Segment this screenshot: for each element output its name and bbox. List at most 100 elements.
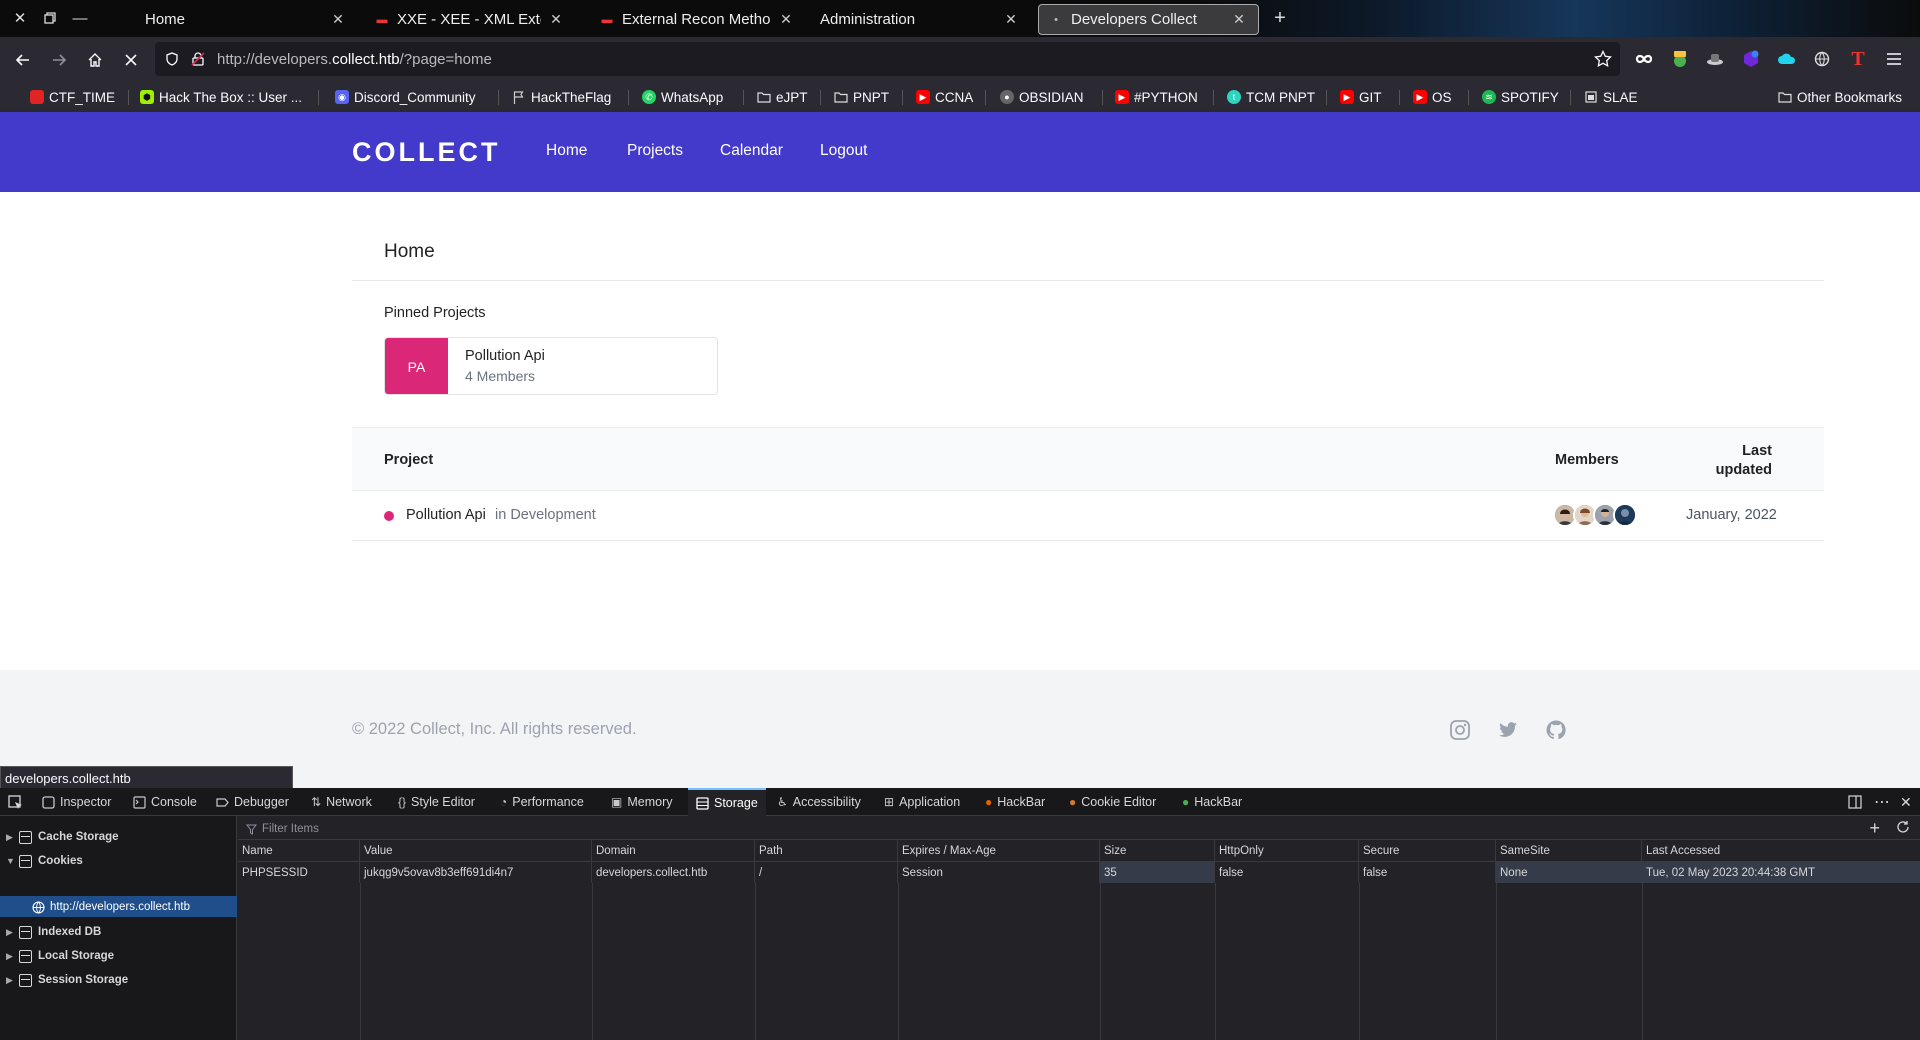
tool-style-editor[interactable]: {} Style Editor <box>398 788 475 816</box>
tab-close-icon[interactable]: ✕ <box>1002 11 1020 28</box>
expand-arrow-icon[interactable]: ▶ <box>6 927 16 938</box>
sidebar-item-cookie-host[interactable]: http://developers.collect.htb <box>32 898 190 916</box>
add-item-icon[interactable]: + <box>1869 819 1880 837</box>
bookmark-ccna[interactable]: ▶ CCNA <box>916 87 973 107</box>
tab-close-icon[interactable]: ✕ <box>777 11 795 28</box>
bookmark-ejpt[interactable]: eJPT <box>757 87 808 107</box>
sidebar-item-local-storage[interactable]: ▶ Local Storage <box>6 946 114 966</box>
badge-extension-icon[interactable] <box>1739 47 1763 71</box>
tab-external-recon[interactable]: ▬ External Recon Methodolo ✕ <box>590 4 805 35</box>
shield-icon[interactable] <box>165 52 179 66</box>
column-value[interactable]: Value <box>360 840 592 862</box>
hat-extension-icon[interactable] <box>1703 47 1727 71</box>
cookie-last-accessed[interactable]: Tue, 02 May 2023 20:44:38 GMT <box>1642 862 1920 883</box>
t-extension-icon[interactable]: T <box>1846 47 1870 71</box>
close-window-icon[interactable]: ✕ <box>10 8 30 28</box>
tool-storage[interactable]: Storage <box>688 788 766 816</box>
collapse-arrow-icon[interactable]: ▼ <box>6 856 16 866</box>
instagram-icon[interactable] <box>1449 719 1471 741</box>
column-last-accessed[interactable]: Last Accessed <box>1642 840 1920 862</box>
tool-debugger[interactable]: Debugger <box>216 788 289 816</box>
cookie-path[interactable]: / <box>755 862 898 883</box>
column-samesite[interactable]: SameSite <box>1496 840 1642 862</box>
tab-close-icon[interactable]: ✕ <box>329 11 347 28</box>
project-name-link[interactable]: Pollution Api <box>406 507 486 523</box>
tool-application[interactable]: ⊞ Application <box>884 788 960 816</box>
element-picker-icon[interactable] <box>8 788 23 816</box>
bookmark-obsidian[interactable]: ● OBSIDIAN <box>1000 87 1084 107</box>
column-httponly[interactable]: HttpOnly <box>1215 840 1359 862</box>
back-icon[interactable] <box>10 47 36 73</box>
tab-administration[interactable]: Administration ✕ <box>810 4 1030 35</box>
tool-console[interactable]: Console <box>133 788 197 816</box>
bookmark-whatsapp[interactable]: ✆ WhatsApp <box>642 87 723 107</box>
bookmark-os[interactable]: ▶ OS <box>1413 87 1452 107</box>
site-brand[interactable]: COLLECT <box>352 137 501 168</box>
tool-performance[interactable]: ◔ Performance <box>500 788 584 816</box>
tab-xxe[interactable]: ▬ XXE - XEE - XML External En ✕ <box>365 4 575 35</box>
restore-window-icon[interactable] <box>40 8 60 28</box>
nav-calendar[interactable]: Calendar <box>720 142 783 160</box>
new-tab-icon[interactable]: + <box>1270 7 1290 29</box>
bookmark-hackthebox[interactable]: ⬢ Hack The Box :: User ... <box>140 87 302 107</box>
bookmark-hacktheflag[interactable]: HackTheFlag <box>512 87 611 107</box>
cookie-expires[interactable]: Session <box>898 862 1100 883</box>
cookie-secure[interactable]: false <box>1359 862 1496 883</box>
tool-hackbar[interactable]: ● HackBar <box>985 788 1045 816</box>
tab-close-icon[interactable]: ✕ <box>1230 11 1248 28</box>
column-domain[interactable]: Domain <box>592 840 755 862</box>
filter-items-input[interactable]: Filter Items <box>246 821 746 837</box>
home-icon[interactable] <box>82 47 108 73</box>
bookmark-tcm-pnpt[interactable]: t TCM PNPT <box>1227 87 1315 107</box>
tool-accessibility[interactable]: ♿ Accessibility <box>777 788 861 816</box>
minimize-window-icon[interactable]: — <box>70 8 90 28</box>
sidebar-item-session-storage[interactable]: ▶ Session Storage <box>6 970 128 990</box>
close-devtools-icon[interactable]: ✕ <box>1900 788 1912 816</box>
column-name[interactable]: Name <box>238 840 360 862</box>
pinned-project-card[interactable]: PA Pollution Api 4 Members <box>384 337 718 395</box>
bookmark-git[interactable]: ▶ GIT <box>1340 87 1382 107</box>
column-expires[interactable]: Expires / Max-Age <box>898 840 1100 862</box>
other-bookmarks[interactable]: Other Bookmarks <box>1778 87 1902 107</box>
more-options-icon[interactable]: ⋯ <box>1874 788 1890 816</box>
nav-projects[interactable]: Projects <box>627 142 683 160</box>
bookmark-ctf-time[interactable]: CTF_TIME <box>30 87 115 107</box>
tab-developers-collect[interactable]: • Developers Collect ✕ <box>1038 4 1259 35</box>
globe-extension-icon[interactable] <box>1810 47 1834 71</box>
forward-icon[interactable] <box>46 47 72 73</box>
expand-arrow-icon[interactable]: ▶ <box>6 951 16 962</box>
pinned-project-name[interactable]: Pollution Api <box>465 348 545 364</box>
tool-inspector[interactable]: Inspector <box>42 788 111 816</box>
bookmark-discord[interactable]: ◉ Discord_Community <box>335 87 476 107</box>
stop-loading-icon[interactable] <box>118 47 144 73</box>
twitter-icon[interactable] <box>1497 719 1519 741</box>
cookie-samesite[interactable]: None <box>1496 862 1642 883</box>
column-secure[interactable]: Secure <box>1359 840 1496 862</box>
tool-memory[interactable]: ▣ Memory <box>611 788 673 816</box>
expand-arrow-icon[interactable]: ▶ <box>6 832 16 843</box>
cookie-size[interactable]: 35 <box>1100 862 1215 883</box>
infinity-extension-icon[interactable] <box>1632 47 1656 71</box>
nav-logout[interactable]: Logout <box>820 142 867 160</box>
dock-side-icon[interactable] <box>1848 788 1862 816</box>
nav-home[interactable]: Home <box>546 142 587 160</box>
url-bar[interactable]: http://developers.collect.htb/?page=home <box>155 42 1620 76</box>
cookie-domain[interactable]: developers.collect.htb <box>592 862 755 883</box>
bug-extension-icon[interactable] <box>1668 47 1692 71</box>
tool-cookie-editor[interactable]: ● Cookie Editor <box>1069 788 1156 816</box>
tab-close-icon[interactable]: ✕ <box>547 11 565 28</box>
github-icon[interactable] <box>1545 719 1567 741</box>
tool-network[interactable]: ⇅ Network <box>311 788 372 816</box>
cookie-httponly[interactable]: false <box>1215 862 1359 883</box>
avatar[interactable] <box>1613 503 1637 527</box>
sidebar-item-cookies[interactable]: ▼ Cookies <box>6 851 83 871</box>
bookmark-pnpt[interactable]: PNPT <box>834 87 889 107</box>
insecure-lock-icon[interactable] <box>191 52 205 66</box>
cookie-name[interactable]: PHPSESSID <box>238 862 360 883</box>
tab-home[interactable]: Home ✕ <box>135 4 357 35</box>
tool-hackbar-2[interactable]: ● HackBar <box>1182 788 1242 816</box>
column-path[interactable]: Path <box>755 840 898 862</box>
expand-arrow-icon[interactable]: ▶ <box>6 975 16 986</box>
sidebar-item-cache-storage[interactable]: ▶ Cache Storage <box>6 827 119 847</box>
refresh-icon[interactable] <box>1896 820 1910 834</box>
